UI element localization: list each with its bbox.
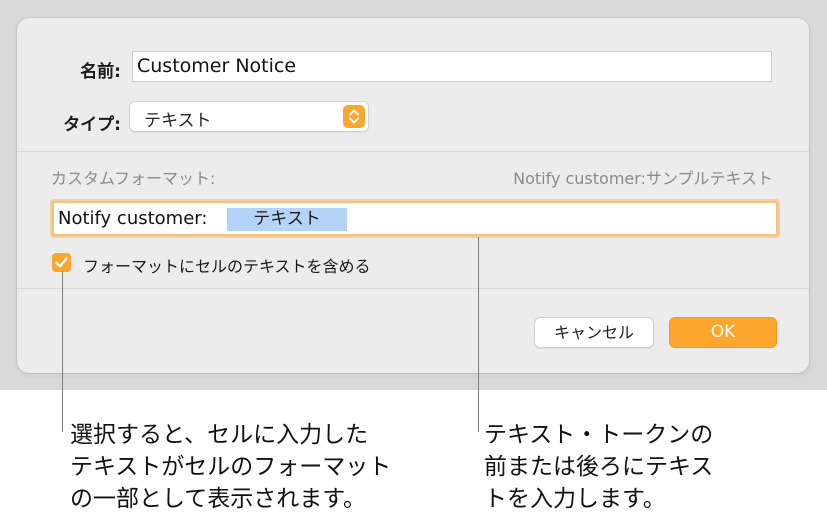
type-label: タイプ: [63, 115, 121, 135]
callout-right-line-1: テキスト・トークンの [484, 422, 714, 448]
custom-format-field[interactable]: Notify customer: テキスト [52, 201, 778, 236]
section-divider [17, 151, 809, 152]
callout-left-line-1: 選択すると、セルに入力した [70, 422, 369, 448]
custom-format-label: カスタムフォーマット: [51, 169, 216, 188]
cancel-button[interactable]: キャンセル [534, 317, 654, 348]
callout-right-line-2: 前または後ろにテキス [484, 454, 714, 480]
custom-format-dialog: 名前: Customer Notice タイプ: テキスト カスタムフォーマット… [17, 18, 809, 373]
up-down-chevron-icon[interactable] [343, 105, 365, 128]
callout-left-line-3: の一部として表示されます。 [70, 486, 367, 512]
callout-right-line-3: トを入力します。 [484, 486, 666, 512]
format-prefix-text[interactable]: Notify customer: [58, 208, 207, 229]
include-cell-text-checkbox[interactable] [52, 253, 71, 272]
callout-left-line-2: テキストがセルのフォーマット [70, 454, 392, 480]
checkmark-icon [55, 257, 68, 268]
ok-button[interactable]: OK [669, 317, 777, 348]
sample-text: Notify customer:サンプルテキスト [513, 169, 773, 188]
callout-line-right [478, 237, 479, 432]
text-token[interactable]: テキスト [227, 208, 347, 231]
footer-divider [17, 288, 809, 289]
callout-right: テキスト・トークンの 前または後ろにテキス トを入力します。 [484, 419, 713, 515]
type-select-value: テキスト [144, 111, 212, 131]
callout-line-left [62, 271, 63, 432]
callout-left: 選択すると、セルに入力した テキストがセルのフォーマット の一部として表示されま… [70, 419, 391, 515]
name-label: 名前: [80, 62, 121, 82]
name-field[interactable]: Customer Notice [132, 51, 772, 82]
include-cell-text-label[interactable]: フォーマットにセルのテキストを含める [83, 253, 371, 277]
type-select[interactable]: テキスト [129, 101, 369, 132]
